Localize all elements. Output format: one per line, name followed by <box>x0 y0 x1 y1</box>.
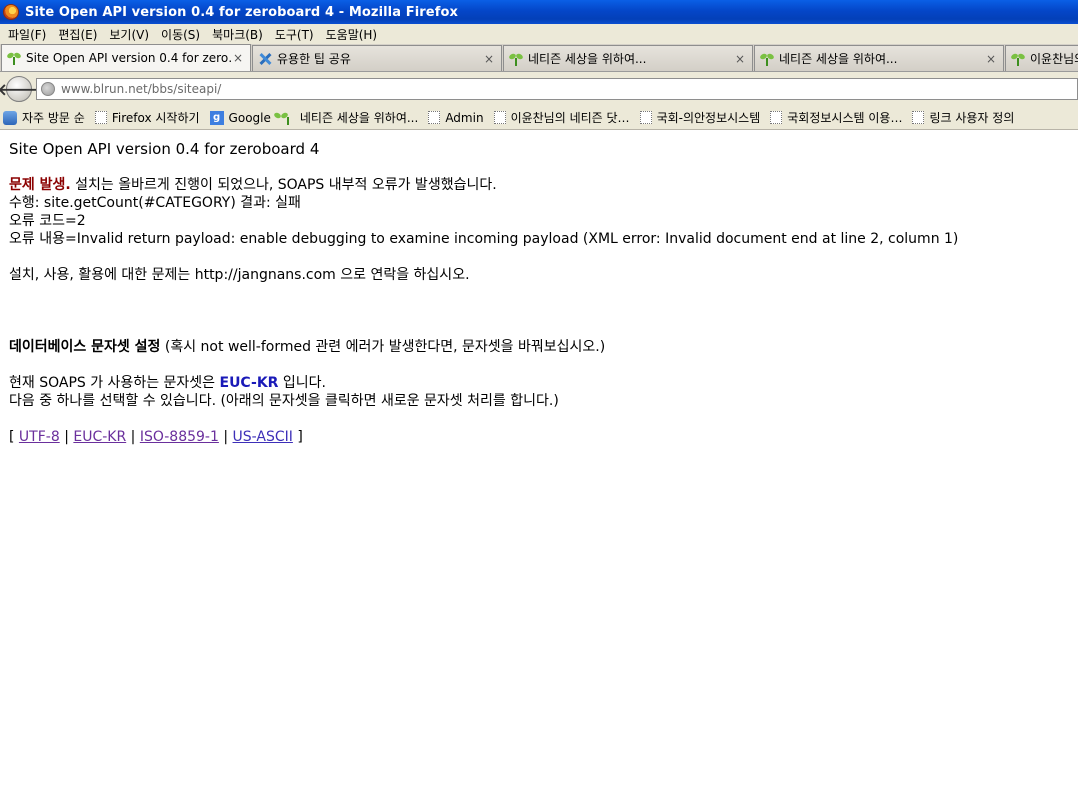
bracket-close: ] <box>297 429 303 445</box>
blank-page-icon <box>94 111 107 124</box>
current-prefix: 현재 SOAPS 가 사용하는 문자셋은 <box>9 375 220 391</box>
charset-iso88591-link[interactable]: ISO-8859-1 <box>140 429 219 445</box>
bookmark-label: 국회정보시스템 이용… <box>787 111 903 125</box>
close-icon[interactable]: × <box>985 52 997 66</box>
title-bar: Site Open API version 0.4 for zeroboard … <box>0 0 1078 24</box>
problem-label: 문제 발생. <box>9 177 71 193</box>
menu-file[interactable]: 파일(F) <box>4 26 54 43</box>
error-code-line: 오류 코드=2 <box>9 213 86 229</box>
tab-netizen-1[interactable]: 네티즌 세상을 위하여... × <box>503 45 753 71</box>
charset-title: 데이터베이스 문자셋 설정 <box>9 339 161 355</box>
bookmark-label: 자주 방문 순 <box>22 111 85 125</box>
back-button[interactable]: 🡐 <box>0 76 40 102</box>
bookmarks-toolbar: 자주 방문 순 Firefox 시작하기 g Google 네티즌 세상을 위하… <box>0 106 1078 130</box>
sprout-icon <box>6 50 22 66</box>
current-charset-line: 현재 SOAPS 가 사용하는 문자셋은 EUC-KR 입니다. <box>9 374 326 392</box>
bookmark-label: 네티즌 세상을 위하여... <box>299 111 419 125</box>
problem-line: 문제 발생. 설치는 올바르게 진행이 되었으나, SOAPS 내부적 오류가 … <box>9 176 497 194</box>
charset-options: [ UTF-8 | EUC-KR | ISO-8859-1 | US-ASCII… <box>9 428 303 446</box>
bookmark-assembly-bills[interactable]: 국회-의안정보시스템 <box>639 109 761 126</box>
separator: | <box>223 429 229 445</box>
sprout-icon <box>273 111 295 125</box>
contact-line: 설치, 사용, 활용에 대한 문제는 http://jangnans.com 으… <box>9 267 470 283</box>
menu-edit[interactable]: 편집(E) <box>54 26 105 43</box>
separator: | <box>130 429 136 445</box>
sprout-icon <box>508 51 524 67</box>
google-icon: g <box>209 110 224 125</box>
error-detail-line: 오류 내용=Invalid return payload: enable deb… <box>9 231 959 247</box>
blank-page-icon <box>493 111 506 124</box>
magnifier-icon <box>3 110 17 125</box>
choose-line: 다음 중 하나를 선택할 수 있습니다. (아래의 문자셋을 클릭하면 새로운 … <box>9 393 559 409</box>
globe-icon <box>41 82 55 96</box>
tab-label: 네티즌 세상을 위하여... <box>528 52 647 66</box>
menu-bar: 파일(F) 편집(E) 보기(V) 이동(S) 북마크(B) 도구(T) 도움말… <box>0 24 1078 44</box>
bookmark-label: Google <box>228 110 271 125</box>
bookmark-lee-netizen[interactable]: 이윤찬님의 네티즌 닷… <box>493 109 630 126</box>
action-line: 수행: site.getCount(#CATEGORY) 결과: 실패 <box>9 195 301 211</box>
bookmark-label: Admin <box>445 110 484 125</box>
current-charset: EUC-KR <box>219 375 279 391</box>
tab-lee[interactable]: 이윤찬님의 <box>1005 45 1078 71</box>
blank-page-icon <box>770 111 783 124</box>
navigation-bar: 🡐 www.blrun.net/bbs/siteapi/ <box>0 72 1078 106</box>
problem-text: 설치는 올바르게 진행이 되었으나, SOAPS 내부적 오류가 발생했습니다. <box>70 177 497 193</box>
blank-page-icon <box>428 111 441 124</box>
address-bar[interactable]: www.blrun.net/bbs/siteapi/ <box>36 78 1078 100</box>
sprout-icon <box>1010 51 1026 67</box>
bookmark-firefox-start[interactable]: Firefox 시작하기 <box>94 109 200 126</box>
tab-strip: Site Open API version 0.4 for zero… × 유용… <box>0 44 1078 72</box>
bookmark-netizen[interactable]: 네티즌 세상을 위하여... <box>273 109 419 126</box>
blank-page-icon <box>912 111 925 124</box>
url-text[interactable]: www.blrun.net/bbs/siteapi/ <box>61 82 221 96</box>
bookmark-most-visited[interactable]: 자주 방문 순 <box>3 109 85 126</box>
menu-bookmarks[interactable]: 북마크(B) <box>208 26 271 43</box>
bookmark-admin[interactable]: Admin <box>428 110 484 125</box>
close-icon[interactable]: × <box>734 52 746 66</box>
bookmark-assembly-info[interactable]: 국회정보시스템 이용… <box>770 109 902 126</box>
blank-page-icon <box>639 111 652 124</box>
bookmark-custom-links[interactable]: 링크 사용자 정의 <box>912 109 1014 126</box>
bookmark-label: 이윤찬님의 네티즌 닷… <box>510 111 630 125</box>
close-icon[interactable]: × <box>483 52 495 66</box>
charset-usascii-link[interactable]: US-ASCII <box>233 429 293 445</box>
charset-utf8-link[interactable]: UTF-8 <box>19 429 60 445</box>
page-title: Site Open API version 0.4 for zeroboard … <box>9 140 320 158</box>
charset-note: (혹시 not well-formed 관련 에러가 발생한다면, 문자셋을 바… <box>160 339 606 355</box>
charset-euckr-link[interactable]: EUC-KR <box>73 429 126 445</box>
current-suffix: 입니다. <box>278 375 327 391</box>
tab-label: 이윤찬님의 <box>1030 52 1078 66</box>
separator: | <box>64 429 69 445</box>
back-arrow-icon: 🡐 <box>0 80 41 99</box>
firefox-icon <box>3 4 19 20</box>
tab-label: 유용한 팁 공유 <box>277 52 351 66</box>
tab-label: Site Open API version 0.4 for zero… <box>26 51 232 65</box>
bracket-open: [ <box>9 429 15 445</box>
tab-netizen-2[interactable]: 네티즌 세상을 위하여... × <box>754 45 1004 71</box>
menu-view[interactable]: 보기(V) <box>105 26 157 43</box>
tab-label: 네티즌 세상을 위하여... <box>779 52 898 66</box>
menu-tools[interactable]: 도구(T) <box>271 26 322 43</box>
menu-help[interactable]: 도움말(H) <box>322 26 386 43</box>
close-icon[interactable]: × <box>232 51 244 65</box>
tab-siteapi[interactable]: Site Open API version 0.4 for zero… × <box>1 44 251 71</box>
bookmark-label: Firefox 시작하기 <box>111 111 200 125</box>
sprout-icon <box>759 51 775 67</box>
bookmark-label: 국회-의안정보시스템 <box>656 111 761 125</box>
charset-heading: 데이터베이스 문자셋 설정 (혹시 not well-formed 관련 에러가… <box>9 338 605 356</box>
menu-go[interactable]: 이동(S) <box>157 26 208 43</box>
bookmark-google[interactable]: g Google <box>209 110 271 125</box>
x-icon <box>257 51 273 67</box>
window-title: Site Open API version 0.4 for zeroboard … <box>25 4 458 20</box>
bookmark-label: 링크 사용자 정의 <box>929 111 1015 125</box>
tab-tips[interactable]: 유용한 팁 공유 × <box>252 45 502 71</box>
